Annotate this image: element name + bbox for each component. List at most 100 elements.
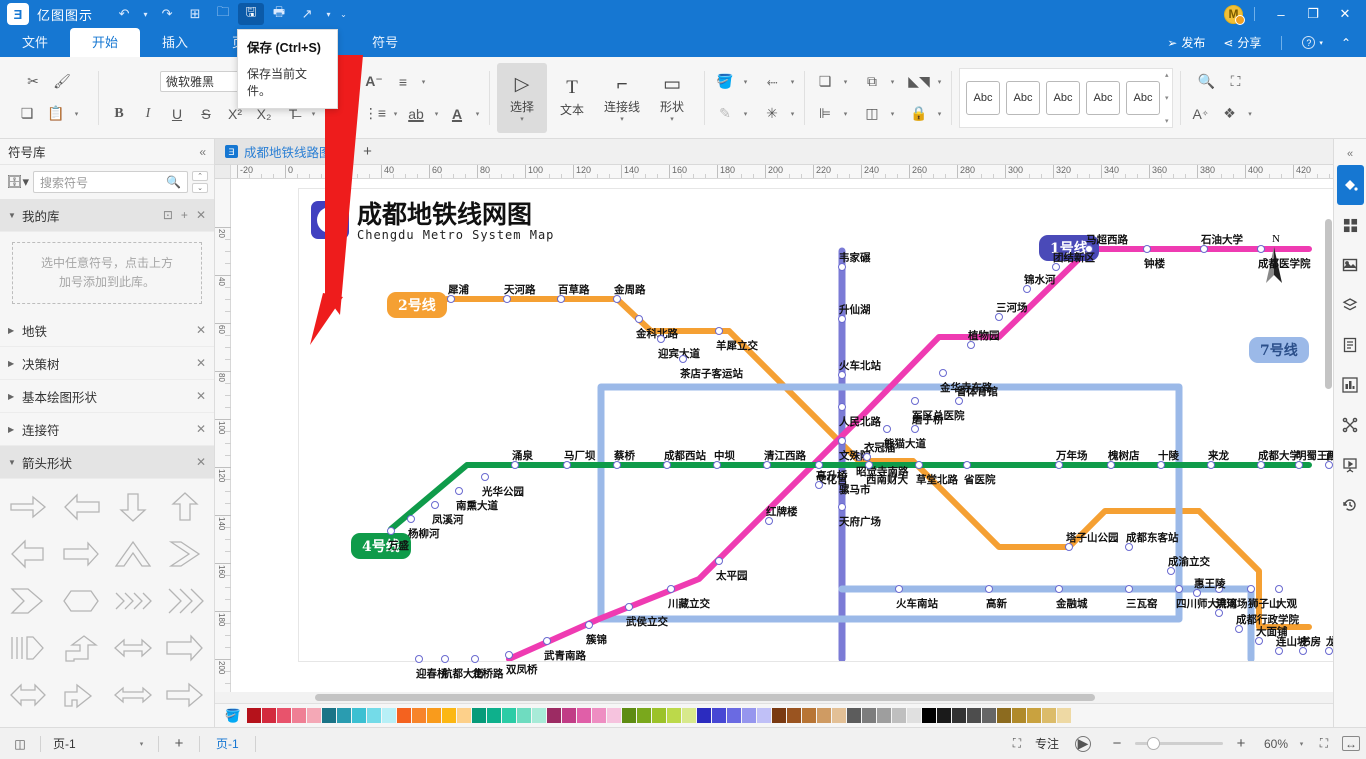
- sidebar-item-connectors[interactable]: ▶ 连接符 ✕: [0, 413, 214, 446]
- present-panel-icon[interactable]: [1337, 445, 1364, 485]
- underline-button[interactable]: U: [164, 102, 190, 126]
- shape-chevron-right[interactable]: [161, 532, 210, 576]
- add-page-button[interactable]: +: [165, 733, 193, 755]
- page-selector-caret-icon[interactable]: ▾: [137, 740, 146, 748]
- station-dot[interactable]: [431, 501, 439, 509]
- undo-icon[interactable]: ↶: [111, 3, 137, 25]
- color-swatch[interactable]: [1057, 708, 1071, 723]
- decrease-font-size-button[interactable]: A⁻: [361, 70, 387, 94]
- station-dot[interactable]: [838, 403, 846, 411]
- sidebar-item-arrow-shapes[interactable]: ▼ 箭头形状 ✕: [0, 446, 214, 479]
- lock-caret-icon[interactable]: ▾: [935, 110, 944, 118]
- shape-chevron-triple[interactable]: [161, 579, 210, 623]
- color-swatch[interactable]: [277, 708, 291, 723]
- line-style-icon[interactable]: ⬸: [759, 70, 785, 94]
- color-swatch[interactable]: [562, 708, 576, 723]
- color-swatch[interactable]: [682, 708, 696, 723]
- search-input[interactable]: 搜索符号 🔍: [33, 171, 188, 193]
- color-swatch[interactable]: [427, 708, 441, 723]
- layers-panel-icon[interactable]: [1337, 285, 1364, 325]
- bring-forward-icon[interactable]: ❏: [812, 70, 838, 94]
- color-swatch[interactable]: [727, 708, 741, 723]
- color-swatch[interactable]: [622, 708, 636, 723]
- color-swatch[interactable]: [847, 708, 861, 723]
- color-swatch[interactable]: [337, 708, 351, 723]
- shape-wide-arrow[interactable]: [161, 673, 210, 717]
- text-highlight-button[interactable]: ab: [403, 102, 429, 126]
- scroll-up-icon[interactable]: ⌃: [192, 171, 208, 181]
- color-swatch[interactable]: [517, 708, 531, 723]
- close-icon[interactable]: ✕: [196, 455, 206, 469]
- font-color-caret-icon[interactable]: ▾: [473, 110, 482, 118]
- add-symbol-icon[interactable]: +: [181, 208, 188, 222]
- flip-icon[interactable]: ◣◥: [906, 70, 932, 94]
- distribute-caret-icon[interactable]: ▾: [888, 110, 897, 118]
- station-dot[interactable]: [715, 327, 723, 335]
- line-style-caret-icon[interactable]: ▾: [788, 78, 797, 86]
- text-tool[interactable]: T 文本: [547, 63, 597, 133]
- connector-caret-icon[interactable]: ▾: [620, 117, 624, 122]
- color-swatch[interactable]: [937, 708, 951, 723]
- collapse-right-rail-icon[interactable]: «: [1334, 143, 1366, 165]
- style-preset-4[interactable]: Abc: [1086, 81, 1120, 115]
- vertical-ruler[interactable]: 20406080100120140160180200: [215, 179, 231, 692]
- fill-color-caret-icon[interactable]: ▾: [741, 78, 750, 86]
- shape-s-arrow[interactable]: [56, 626, 105, 670]
- lock-icon[interactable]: 🔒: [906, 102, 932, 126]
- color-swatch[interactable]: [967, 708, 981, 723]
- page-tab-1[interactable]: 页-1: [206, 735, 249, 752]
- station-dot[interactable]: [543, 637, 551, 645]
- color-swatch[interactable]: [832, 708, 846, 723]
- shape-arrow-right[interactable]: [4, 485, 53, 529]
- color-swatch[interactable]: [697, 708, 711, 723]
- color-swatch[interactable]: [667, 708, 681, 723]
- color-swatch[interactable]: [652, 708, 666, 723]
- station-dot[interactable]: [715, 557, 723, 565]
- shape-arrow-right-thin[interactable]: [56, 532, 105, 576]
- sidebar-item-decision-tree[interactable]: ▶ 决策树 ✕: [0, 347, 214, 380]
- station-dot[interactable]: [911, 397, 919, 405]
- station-dot[interactable]: [1125, 585, 1133, 593]
- color-swatch[interactable]: [817, 708, 831, 723]
- line-color-caret-icon[interactable]: ▾: [741, 110, 750, 118]
- search-icon[interactable]: 🔍: [166, 175, 181, 189]
- station-dot[interactable]: [1175, 585, 1183, 593]
- station-dot[interactable]: [505, 651, 513, 659]
- color-swatch[interactable]: [397, 708, 411, 723]
- collapse-sidebar-icon[interactable]: «: [199, 145, 206, 159]
- style-expand-icon[interactable]: ▾: [1165, 117, 1169, 125]
- paste-caret-icon[interactable]: ▾: [72, 110, 81, 118]
- color-swatch[interactable]: [1027, 708, 1041, 723]
- more-caret-icon[interactable]: ⌄: [337, 3, 350, 25]
- color-swatch[interactable]: [757, 708, 771, 723]
- crop-icon[interactable]: ⛶: [1223, 70, 1249, 94]
- line-color-icon[interactable]: ✎: [712, 102, 738, 126]
- menu-item-home[interactable]: 开始: [70, 28, 140, 57]
- avatar[interactable]: M: [1224, 5, 1243, 24]
- fill-color-icon[interactable]: 🪣: [712, 70, 738, 94]
- drawing-page[interactable]: Ꮥ 成都地铁线网图 Chengdu Metro System Map 1号线 2…: [299, 189, 1333, 661]
- bold-button[interactable]: B: [106, 102, 132, 126]
- menu-item-symbol[interactable]: 符号: [350, 28, 420, 57]
- align-objects-icon[interactable]: ⊫: [812, 102, 838, 126]
- color-swatch[interactable]: [442, 708, 456, 723]
- color-swatch[interactable]: [922, 708, 936, 723]
- font-color-button[interactable]: A: [444, 102, 470, 126]
- mylib-dropzone[interactable]: 选中任意符号，点击上方 加号添加到此库。: [12, 242, 202, 304]
- color-swatch[interactable]: [382, 708, 396, 723]
- shape-arrow-left[interactable]: [56, 485, 105, 529]
- close-icon[interactable]: ✕: [196, 389, 206, 403]
- notes-panel-icon[interactable]: [1337, 325, 1364, 365]
- new-icon[interactable]: ⊞: [182, 3, 208, 25]
- bullet-list-button[interactable]: ⋮≡: [362, 102, 388, 126]
- color-swatch[interactable]: [352, 708, 366, 723]
- zoom-caret-icon[interactable]: ▾: [1297, 740, 1306, 748]
- color-swatch[interactable]: [1012, 708, 1026, 723]
- sidebar-item-metro[interactable]: ▶ 地铁 ✕: [0, 314, 214, 347]
- shape-corner-arrow[interactable]: [56, 673, 105, 717]
- share-button[interactable]: ⋖ 分享: [1216, 34, 1268, 51]
- symbols-panel-icon[interactable]: [1337, 205, 1364, 245]
- connect-panel-icon[interactable]: [1337, 405, 1364, 445]
- close-button[interactable]: ✕: [1330, 1, 1360, 27]
- color-swatch[interactable]: [322, 708, 336, 723]
